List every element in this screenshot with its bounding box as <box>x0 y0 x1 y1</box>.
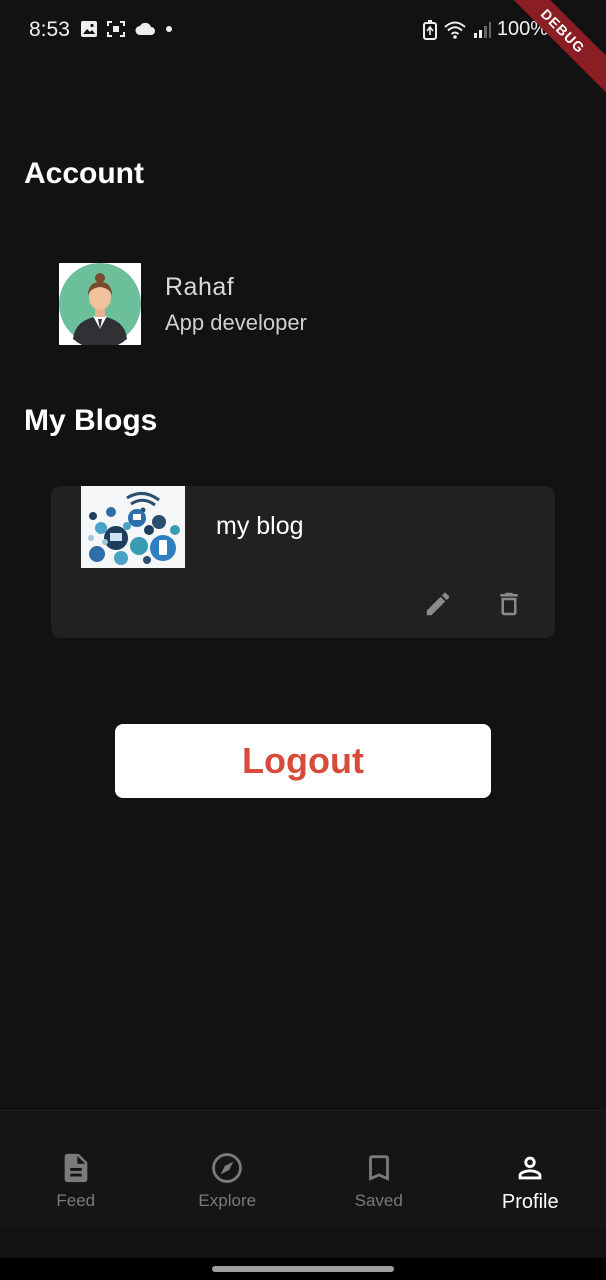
pencil-icon <box>426 592 450 616</box>
edit-blog-button[interactable] <box>420 586 456 622</box>
blog-card[interactable]: my blog <box>51 486 555 638</box>
nav-item-profile[interactable]: Profile <box>455 1111 606 1229</box>
account-row[interactable]: Rahaf App developer <box>59 263 307 345</box>
nav-label-saved: Saved <box>354 1191 403 1210</box>
wifi-icon <box>444 21 466 39</box>
bookmark-icon <box>368 1155 389 1181</box>
person-icon <box>518 1156 542 1180</box>
account-name: Rahaf <box>165 272 235 301</box>
screenshot-icon <box>107 21 125 37</box>
signal-icon <box>473 21 491 38</box>
account-text: Rahaf App developer <box>165 273 307 336</box>
home-gesture-bar[interactable] <box>212 1266 394 1272</box>
cloud-icon <box>135 22 155 35</box>
nav-item-explore[interactable]: Explore <box>152 1111 304 1229</box>
trash-icon <box>500 592 518 616</box>
account-role: App developer <box>165 309 307 335</box>
nav-item-saved[interactable]: Saved <box>303 1111 455 1229</box>
dot-icon <box>166 26 172 32</box>
nav-label-explore: Explore <box>198 1191 257 1210</box>
blog-thumbnail <box>81 486 185 568</box>
delete-blog-button[interactable] <box>491 586 527 622</box>
status-notification-icons <box>80 20 174 38</box>
nav-label-feed: Feed <box>56 1191 96 1210</box>
account-section-title: Account <box>24 157 144 190</box>
nav-item-feed[interactable]: Feed <box>0 1111 152 1229</box>
blog-title: my blog <box>216 512 304 540</box>
blogs-section-title: My Blogs <box>24 404 158 437</box>
avatar <box>59 263 141 345</box>
nav-label-profile: Profile <box>501 1191 559 1213</box>
document-icon <box>64 1153 88 1183</box>
logout-button[interactable]: Logout <box>115 724 491 798</box>
compass-icon <box>212 1153 243 1183</box>
status-bar: 8:53 100% <box>0 0 606 60</box>
bottom-navigation: Feed Explore Saved Profile <box>0 1110 606 1229</box>
status-time: 8:53 <box>29 18 70 41</box>
battery-saver-icon <box>422 19 437 40</box>
person-avatar-image <box>59 263 141 345</box>
system-gesture-area <box>0 1258 606 1280</box>
technology-network-image <box>81 486 185 568</box>
gallery-icon <box>81 21 97 37</box>
